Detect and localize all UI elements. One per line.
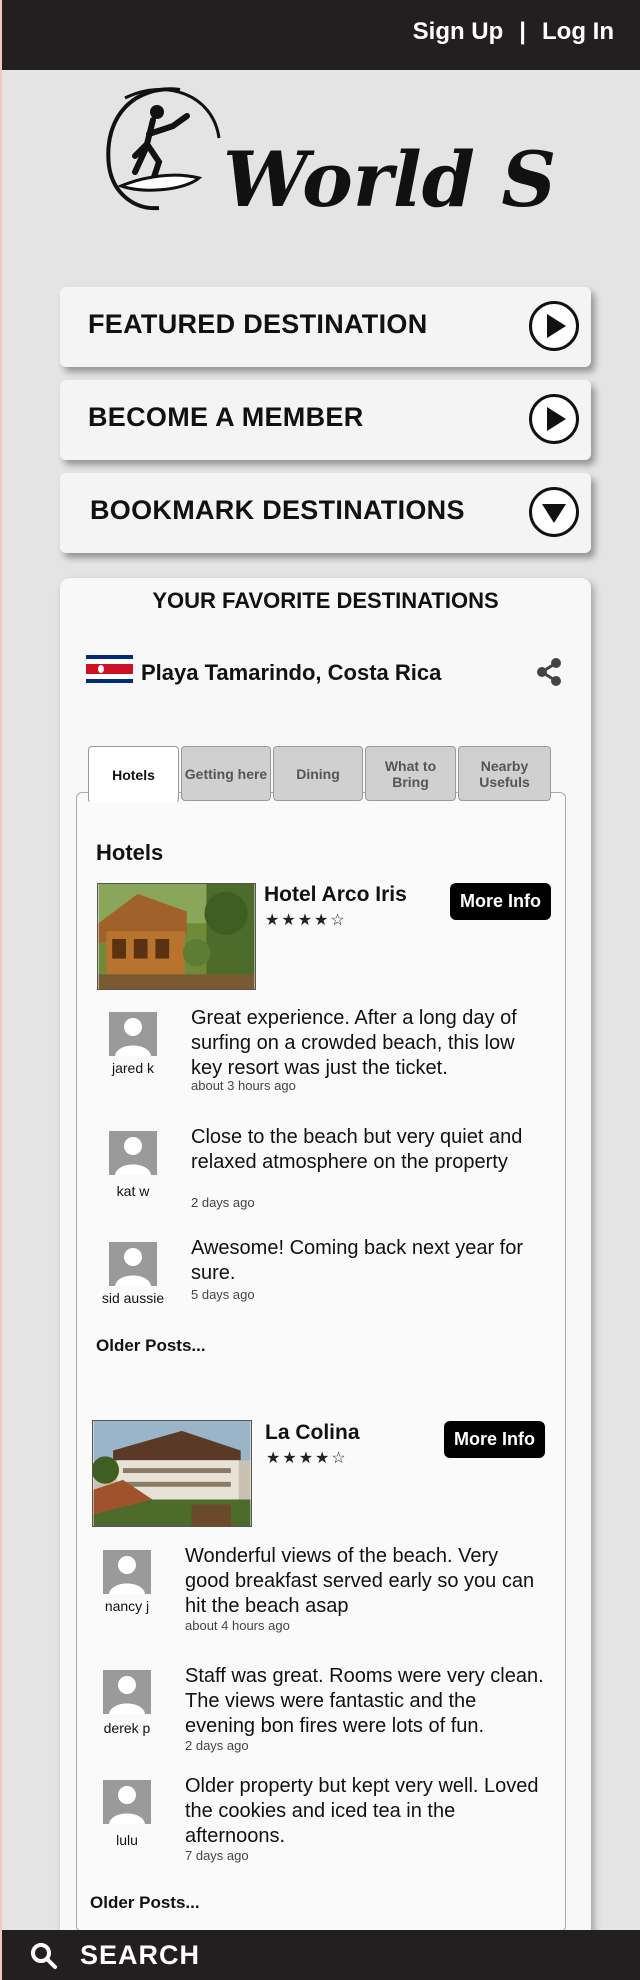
svg-text:World Surf: World Surf [223, 135, 555, 224]
review-text: Older property but kept very well. Loved… [185, 1775, 539, 1847]
review-text: Staff was great. Rooms were very clean. … [185, 1665, 544, 1737]
search-label: SEARCH [80, 1940, 201, 1970]
avatar-icon [103, 1780, 151, 1824]
older-posts-link[interactable]: Older Posts... [96, 1336, 206, 1356]
hotel-la-colina-photo[interactable] [92, 1420, 252, 1527]
review-time: 2 days ago [185, 1738, 249, 1753]
review-text: Close to the beach but very quiet and re… [191, 1126, 523, 1173]
share-icon[interactable] [535, 657, 563, 687]
top-bar: Sign Up | Log In [2, 0, 640, 70]
avatar-icon [103, 1670, 151, 1714]
bookmark-destinations-button[interactable]: BOOKMARK DESTINATIONS [60, 473, 591, 553]
search-icon [31, 1943, 57, 1969]
menu-label: BECOME A MEMBER [88, 402, 364, 432]
sign-up-link[interactable]: Sign Up [413, 18, 504, 46]
review-time: about 3 hours ago [191, 1078, 296, 1093]
menu-label: FEATURED DESTINATION [88, 309, 428, 339]
menu-label: BOOKMARK DESTINATIONS [90, 495, 465, 525]
more-info-button[interactable]: More Info [450, 883, 551, 920]
tab-what-to-bring[interactable]: What to Bring [365, 746, 456, 801]
auth-divider: | [519, 18, 527, 45]
section-title: Hotels [96, 840, 164, 865]
featured-destination-button[interactable]: FEATURED DESTINATION [60, 287, 591, 367]
review-user: kat w [116, 1183, 150, 1199]
review-time: about 4 hours ago [185, 1618, 290, 1633]
older-posts-link[interactable]: Older Posts... [90, 1893, 200, 1913]
search-bar[interactable]: SEARCH [2, 1930, 640, 1980]
avatar-icon [109, 1242, 157, 1286]
hotel-name: La Colina [265, 1421, 360, 1444]
play-icon [529, 394, 579, 444]
avatar-icon [109, 1012, 157, 1056]
more-info-button[interactable]: More Info [444, 1421, 545, 1458]
hotel-name: Hotel Arco Iris [264, 883, 407, 906]
world-surf-logo: World Surf [95, 76, 640, 246]
log-in-link[interactable]: Log In [542, 18, 614, 46]
review-text: Wonderful views of the beach. Very good … [185, 1545, 535, 1617]
costa-rica-flag-icon [86, 655, 133, 683]
star-rating: ★★★★☆ [265, 912, 347, 929]
review-user: sid aussie [101, 1290, 165, 1306]
review-user: jared k [111, 1060, 155, 1076]
review-text: Awesome! Coming back next year for sure. [191, 1237, 524, 1284]
review-time: 5 days ago [191, 1287, 255, 1302]
review-time: 7 days ago [185, 1848, 249, 1863]
tab-nearby-usefuls[interactable]: Nearby Usefuls [458, 746, 551, 801]
chevron-down-icon [529, 487, 579, 537]
become-member-button[interactable]: BECOME A MEMBER [60, 380, 591, 460]
auth-links: Sign Up | Log In [413, 18, 614, 46]
tab-hotels[interactable]: Hotels [88, 746, 179, 803]
tab-dining[interactable]: Dining [273, 746, 363, 801]
star-rating: ★★★★☆ [266, 1450, 348, 1467]
avatar-icon [109, 1131, 157, 1175]
review-user: derek p [103, 1720, 151, 1736]
page-edge [0, 0, 2, 1980]
review-time: 2 days ago [191, 1195, 255, 1210]
destination-name: Playa Tamarindo, Costa Rica [141, 660, 442, 685]
tab-getting-here[interactable]: Getting here [181, 746, 271, 801]
review-user: lulu [116, 1832, 138, 1848]
review-user: nancy j [104, 1598, 150, 1614]
hotel-arco-iris-photo[interactable] [97, 883, 256, 990]
review-text: Great experience. After a long day of su… [191, 1007, 517, 1079]
play-icon [529, 301, 579, 351]
surfer-logo-icon: World Surf [106, 87, 640, 224]
panel-title: YOUR FAVORITE DESTINATIONS [152, 588, 499, 613]
avatar-icon [103, 1550, 151, 1594]
